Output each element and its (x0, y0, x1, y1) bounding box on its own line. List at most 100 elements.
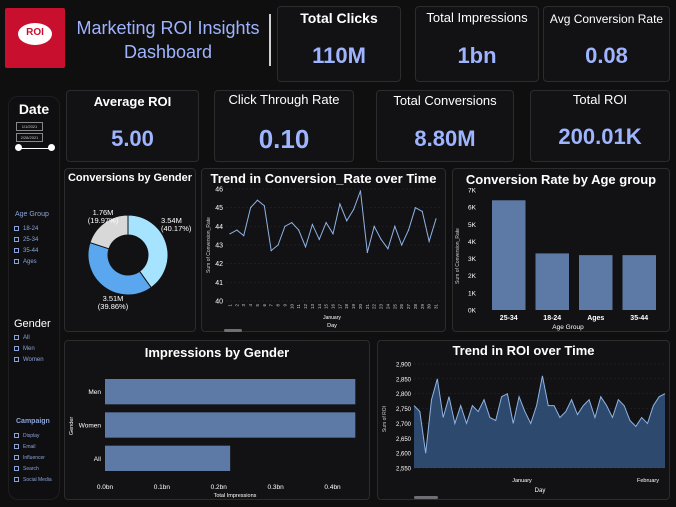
date-filter-label: Date (18, 101, 50, 117)
x-tick-label: 16 (331, 304, 336, 310)
chart-title: Conversion Rate by Age group (465, 172, 657, 187)
x-tick-label: 4 (248, 304, 253, 307)
age-option-label: 35-44 (23, 247, 39, 254)
line-point (421, 210, 423, 212)
line-point (325, 222, 327, 224)
kpi-value: 5.00 (111, 126, 154, 151)
x-tick-label: 28 (413, 304, 418, 310)
dashboard-title: Marketing ROI Insights Dashboard (68, 16, 268, 64)
age-option-label: 18-24 (23, 225, 39, 232)
campaign-option-label: Social Media (23, 476, 52, 483)
roi-area-chart: 2,550 2,600 2,650 2,700 2,750 2,800 2,850 2,900… (382, 363, 666, 499)
age-option[interactable]: 18-24 (14, 223, 38, 234)
checkbox-icon (14, 357, 19, 362)
checkbox-icon (14, 466, 19, 471)
y-tick-label: All (94, 456, 102, 463)
y-tick-label: 2,850 (396, 377, 412, 383)
x-tick-label: 3 (241, 304, 246, 307)
age-bar (579, 255, 613, 310)
line-point (339, 203, 341, 205)
x-tick-label: 29 (420, 304, 425, 310)
kpi-avg-conversion-rate: Avg Conversion Rate 0.08 (543, 6, 670, 82)
x-tick-label: 10 (289, 304, 294, 310)
line-point (318, 238, 320, 240)
y-tick-label: 41 (215, 280, 223, 287)
y-tick-label: Men (88, 389, 101, 396)
date-slider-handle-end[interactable] (48, 144, 55, 151)
title-line-2: Dashboard (123, 42, 213, 62)
y-tick-label: 40 (215, 299, 223, 306)
age-bar (535, 253, 569, 310)
x-tick-label: 15 (324, 304, 329, 310)
y-axis-label: Sum of Conversion_Rate (455, 228, 461, 284)
chart-title: Impressions by Gender (144, 345, 290, 360)
campaign-option[interactable]: Social Media (14, 474, 52, 485)
x-tick-label: 13 (310, 304, 315, 310)
gender-option[interactable]: Men (14, 343, 44, 354)
date-to-input[interactable]: 2/28/2021 (16, 133, 43, 142)
campaign-option[interactable]: Search (14, 463, 52, 474)
x-tick-label: 0.3bn (268, 484, 285, 491)
y-axis-label: Sum of Conversion_Rate (206, 217, 212, 273)
line-point (243, 235, 245, 237)
x-tick-label: Ages (587, 315, 604, 322)
kpi-total-conversions: Total Conversions 8.80M (376, 90, 514, 162)
x-tick-label: 24 (385, 304, 390, 310)
kpi-total-clicks: Total Clicks 110M (277, 6, 401, 82)
date-from-input[interactable]: 1/1/2021 (16, 122, 43, 131)
age-option[interactable]: 35-44 (14, 245, 38, 256)
x-tick-label: 18 (344, 304, 349, 310)
date-slider-handle-start[interactable] (15, 144, 22, 151)
campaign-option[interactable]: Influencer (14, 452, 52, 463)
gender-option[interactable]: Women (14, 354, 44, 365)
y-tick-label: 5K (468, 222, 477, 229)
x-tick-label: 21 (365, 304, 370, 310)
campaign-option[interactable]: Email (14, 441, 52, 452)
y-tick-label: Women (79, 423, 102, 430)
y-tick-label: 0K (468, 308, 477, 315)
kpi-label: Avg Conversion Rate (549, 12, 664, 26)
line-point (270, 250, 272, 252)
kpi-average-roi: Average ROI 5.00 (66, 90, 199, 162)
x-tick-label: 1 (228, 304, 233, 307)
x-axis-label: Total Impressions (214, 493, 257, 499)
line-point (311, 223, 313, 226)
donut-slice (87, 241, 152, 296)
donut-pct-label: (19.97%) (88, 216, 119, 225)
campaign-option[interactable]: Display (14, 430, 52, 441)
age-option[interactable]: 25-34 (14, 234, 38, 245)
kpi-value: 1bn (457, 43, 497, 68)
chart-title: Trend in ROI over Time (452, 343, 595, 358)
x-tick-label: 0.0bn (97, 484, 114, 491)
donut-pct-label: (39.86%) (98, 302, 129, 311)
donut-pct-label: (40.17%) (161, 224, 192, 233)
age-option[interactable]: Ages (14, 256, 38, 267)
gender-option-label: Women (23, 356, 44, 363)
line-point (373, 225, 375, 227)
logo-text: ROI (26, 27, 44, 38)
date-range-slider[interactable] (18, 148, 51, 149)
gender-option[interactable]: All (14, 332, 44, 343)
line-point (394, 225, 396, 227)
y-tick-label: 1K (468, 290, 477, 297)
kpi-total-impressions: Total Impressions 1bn (415, 6, 539, 82)
y-tick-label: 7K (468, 188, 477, 195)
y-tick-label: 4K (468, 239, 477, 246)
checkbox-icon (14, 226, 19, 231)
title-line-1: Marketing ROI Insights (76, 18, 260, 38)
x-tick-label: 19 (351, 304, 356, 310)
x-tick-label: 12 (303, 304, 308, 310)
y-tick-label: 2,900 (396, 363, 412, 369)
y-tick-label: 6K (468, 205, 477, 212)
line-point (359, 190, 362, 192)
kpi-value: 0.08 (585, 43, 628, 68)
kpi-label: Total ROI (572, 92, 628, 107)
gender-option-label: Men (23, 345, 35, 352)
roi-trend-card: Trend in ROI over Time 2,550 2,600 2,650 2,… (377, 340, 670, 500)
x-tick-label: 20 (358, 304, 363, 310)
kpi-label: Total Conversions (393, 93, 497, 108)
line-point (332, 233, 334, 235)
scrollbar-thumb (414, 496, 438, 499)
x-tick-label: 25-34 (500, 315, 518, 322)
kpi-label: Total Impressions (426, 10, 528, 25)
